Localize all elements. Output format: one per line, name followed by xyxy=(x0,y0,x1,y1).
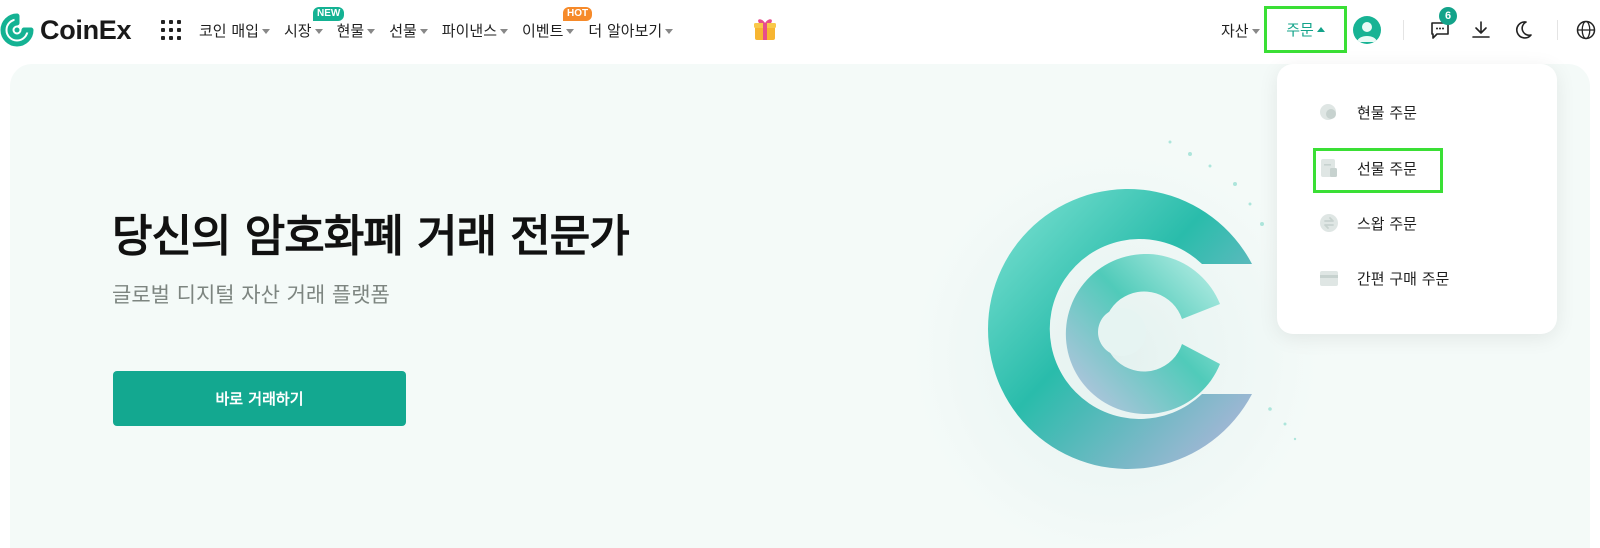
coinex-logo-icon xyxy=(0,13,34,47)
dark-mode-moon-icon[interactable] xyxy=(1511,18,1535,42)
menu-item-label: 파이낸스 xyxy=(441,21,497,40)
selection-highlight-box xyxy=(1313,148,1443,193)
spot-order-icon xyxy=(1320,104,1336,120)
caret-down-icon xyxy=(1251,28,1260,34)
orders-menu-button[interactable]: 주문 xyxy=(1264,6,1347,53)
assets-label: 자산 xyxy=(1221,21,1249,40)
assets-menu[interactable]: 자산 xyxy=(1221,0,1260,60)
message-count-badge: 6 xyxy=(1439,7,1457,25)
caret-up-icon xyxy=(1316,26,1325,32)
menu-item-buy-crypto[interactable]: 코인 매입 xyxy=(199,0,270,60)
caret-down-icon xyxy=(314,28,323,34)
grid-dots-icon[interactable] xyxy=(161,20,181,40)
dropdown-item-label: 간편 구매 주문 xyxy=(1357,269,1450,288)
caret-down-icon xyxy=(419,28,428,34)
hero-title: 당신의 암호화폐 거래 전문가 xyxy=(112,211,630,262)
menu-item-label: 코인 매입 xyxy=(199,21,259,40)
caret-down-icon xyxy=(261,28,270,34)
dropdown-item-spot-order[interactable]: 현물 주문 xyxy=(1317,98,1417,126)
menu-item-label: 더 알아보기 xyxy=(588,21,663,40)
top-navigation: CoinEx 코인 매입 시장 NEW 현물 선물 파이낸스 이벤트 HOT 더… xyxy=(0,0,1600,60)
coinex-logo[interactable]: CoinEx xyxy=(0,12,132,48)
nav-divider xyxy=(1403,20,1404,40)
caret-down-icon xyxy=(566,28,575,34)
orders-dropdown-menu: 현물 주문 선물 주문 스왑 주문 간편 구매 주문 xyxy=(1277,64,1557,334)
coinex-3d-logo-illustration xyxy=(890,109,1340,544)
menu-item-learn-more[interactable]: 더 알아보기 xyxy=(588,0,674,60)
dropdown-item-quick-buy-order[interactable]: 간편 구매 주문 xyxy=(1317,264,1449,292)
dropdown-item-label: 현물 주문 xyxy=(1357,103,1417,122)
hero-subtitle: 글로벌 디지털 자산 거래 플랫폼 xyxy=(112,283,390,307)
caret-down-icon xyxy=(665,28,674,34)
menu-item-finance[interactable]: 파이낸스 xyxy=(442,0,508,60)
dropdown-item-swap-order[interactable]: 스왑 주문 xyxy=(1317,209,1417,237)
globe-language-icon[interactable] xyxy=(1574,18,1598,42)
quick-buy-order-icon xyxy=(1320,271,1338,286)
download-icon[interactable] xyxy=(1469,18,1493,42)
avatar[interactable] xyxy=(1353,16,1381,44)
caret-down-icon xyxy=(500,28,508,34)
user-avatar-icon xyxy=(1357,22,1377,42)
menu-item-markets[interactable]: 시장 NEW xyxy=(283,0,345,60)
gift-icon[interactable] xyxy=(752,16,778,42)
menu-item-spot[interactable]: 현물 xyxy=(337,0,376,60)
menu-item-futures[interactable]: 선물 xyxy=(389,0,428,60)
trade-now-button[interactable]: 바로 거래하기 xyxy=(113,371,406,426)
menu-item-label: 현물 xyxy=(336,21,365,40)
caret-down-icon xyxy=(367,28,376,34)
brand-name: CoinEx xyxy=(40,14,132,45)
swap-order-icon xyxy=(1320,214,1338,232)
nav-divider xyxy=(1557,20,1558,40)
menu-item-label: 선물 xyxy=(389,21,417,40)
menu-item-label: 시장 xyxy=(283,21,312,40)
menu-item-label: 이벤트 xyxy=(522,21,564,40)
orders-label: 주문 xyxy=(1286,21,1314,39)
menu-item-events[interactable]: 이벤트 HOT xyxy=(522,0,593,60)
main-menu: 코인 매입 시장 NEW 현물 선물 파이낸스 이벤트 HOT 더 알아보기 xyxy=(199,0,687,60)
dropdown-item-label: 스왑 주문 xyxy=(1357,214,1417,233)
